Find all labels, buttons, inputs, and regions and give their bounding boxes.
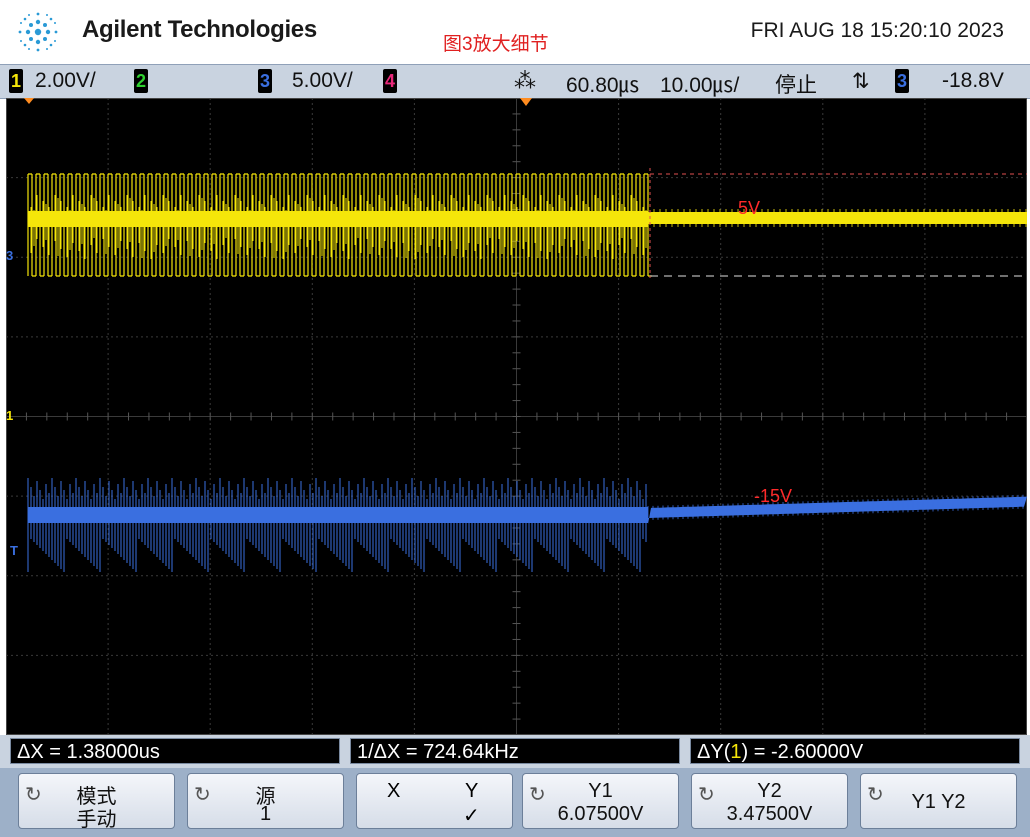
trigger-source[interactable]: 3 (895, 69, 909, 93)
ch4-number: 4 (383, 69, 397, 93)
ch1-steady-band (648, 212, 1027, 224)
delay-marker (24, 98, 34, 104)
softkey-y1y2-label: Y1 Y2 (911, 791, 966, 813)
ch4-indicator[interactable]: 4 (383, 69, 397, 93)
delta-y-suffix: ) = -2.60000V (741, 741, 864, 763)
softkey-source-value: 1 (259, 803, 272, 825)
delta-y-channel: 1 (730, 741, 742, 763)
softkey-mode[interactable]: ↻ 模式 手动 (18, 773, 175, 831)
time-delay: 60.80㎲ (566, 74, 640, 97)
softkey-y2-value: 3.47500V (726, 803, 813, 825)
trigger-source-number: 3 (895, 69, 909, 93)
ch2-number: 2 (134, 69, 148, 93)
ch1-number: 1 (9, 69, 23, 93)
delay-icon: ⁂ (514, 68, 536, 93)
softkey-y1-y2[interactable]: ↻ Y1 Y2 (860, 773, 1017, 829)
softkey-y1-value: 6.07500V (557, 803, 644, 825)
ch1-scale: 2.00V/ (35, 69, 96, 92)
waveform-display[interactable]: 5V -15V 3 1 T (6, 98, 1027, 735)
ch3-indicator[interactable]: 3 (258, 69, 272, 93)
inverse-delta-x-readout: 1/ΔX = 724.64kHz (350, 738, 680, 764)
softkey-source[interactable]: ↻ 源 1 (187, 773, 344, 829)
reference-lines (24, 98, 1027, 278)
ch1-ground-marker[interactable]: 1 (6, 408, 13, 423)
time-scale: 10.00㎲/ (660, 74, 740, 97)
ch1-waveform (27, 173, 1027, 277)
ch3-number: 3 (258, 69, 272, 93)
waveform-svg (6, 98, 1027, 735)
trigger-position-marker (520, 98, 532, 106)
softkey-x-label: X (387, 780, 401, 802)
cursor-readouts: ΔX = 1.38000us 1/ΔX = 724.64kHz ΔY(1) = … (0, 735, 1030, 768)
softkey-mode-value: 手动 (76, 809, 117, 831)
trigger-level: -18.8V (942, 69, 1004, 92)
status-bar: 1 2.00V/ 2 3 5.00V/ 4 ⁂ 60.80㎲ 10.00㎲/ 停… (0, 64, 1030, 99)
label-5v: 5V (738, 198, 761, 218)
softkey-xy[interactable]: X Y ✓ (356, 773, 513, 829)
annotation-label: 图3放大细节 (443, 34, 549, 55)
ch2-indicator[interactable]: 2 (134, 69, 148, 93)
softkey-y2[interactable]: ↻ Y2 3.47500V (691, 773, 848, 829)
softkey-y-label: Y (465, 780, 479, 802)
datetime: FRI AUG 18 15:20:10 2023 (750, 19, 1004, 42)
softkey-bar: ↻ 模式 手动 ↻ 源 1 X Y ✓ ↻ Y1 6.07500V ↻ Y2 3… (0, 768, 1030, 837)
header: Agilent Technologies 图3放大细节 FRI AUG 18 1… (0, 0, 1030, 64)
delta-y-prefix: ΔY( (697, 741, 731, 763)
check-icon: ✓ (463, 805, 480, 827)
trigger-level-marker[interactable]: T (10, 543, 18, 558)
delta-y-readout: ΔY(1) = -2.60000V (690, 738, 1020, 764)
ch3-ground-marker[interactable]: 3 (6, 248, 13, 263)
softkey-y2-label: Y2 (757, 780, 782, 802)
delta-x-readout: ΔX = 1.38000us (10, 738, 340, 764)
softkey-y1-label: Y1 (588, 780, 613, 802)
ch3-steady-band (648, 496, 1027, 524)
run-state[interactable]: 停止 (775, 69, 817, 99)
brand-name: Agilent Technologies (82, 16, 317, 43)
ch3-waveform (27, 478, 1027, 572)
label-minus-15v: -15V (754, 486, 793, 506)
ch1-indicator[interactable]: 1 (9, 69, 23, 93)
agilent-logo-icon (18, 12, 58, 52)
ch3-scale: 5.00V/ (292, 69, 353, 92)
trigger-edge-icon: ⇅ (852, 70, 870, 93)
softkey-y1[interactable]: ↻ Y1 6.07500V (522, 773, 679, 829)
